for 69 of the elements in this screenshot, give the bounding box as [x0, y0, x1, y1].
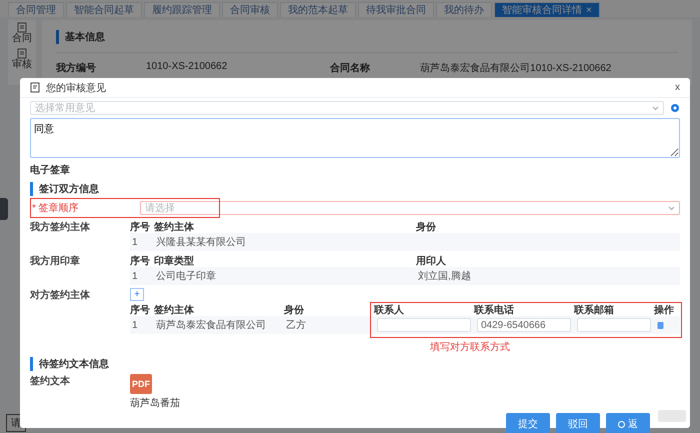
action-button[interactable]: 返 — [606, 413, 650, 433]
delete-icon[interactable] — [657, 321, 664, 329]
add-button[interactable]: + — [130, 288, 144, 301]
action-button[interactable]: 驳回 — [556, 413, 600, 433]
opinion-textarea[interactable]: 同意 — [30, 118, 680, 158]
column-header: 序号 — [130, 254, 151, 267]
column-header: 身份 — [284, 304, 305, 316]
table-cell: 葫芦岛泰宏食品有限公司 — [154, 316, 284, 334]
column-header: 用印人 — [416, 254, 447, 267]
table-cell: 公司电子印章 — [154, 267, 416, 285]
table-cell: 兴隆县某某有限公司 — [154, 233, 416, 251]
back-icon — [618, 420, 625, 428]
table-cell: 1 — [130, 316, 154, 334]
section-title: 基本信息 — [56, 30, 678, 44]
tab[interactable]: 履约跟踪管理 — [144, 2, 220, 17]
column-header: 联系人 — [374, 304, 405, 316]
chevron-down-icon — [652, 106, 659, 110]
close-button[interactable]: x — [675, 82, 680, 93]
dialog-title: 您的审核意见 — [46, 82, 107, 94]
table-cell: 乙方 — [284, 316, 374, 334]
field-label: 合同名称 — [330, 62, 372, 75]
collapse-handle[interactable] — [0, 198, 8, 220]
column-header: 联系电话 — [474, 304, 515, 316]
tab[interactable]: 我的范本起草 — [280, 2, 356, 17]
section-title: 签订双方信息 — [30, 182, 680, 196]
tab[interactable]: 智能审核合同详情 × — [494, 2, 600, 17]
field-label: 对方签约主体 — [30, 288, 91, 303]
seal-order-select[interactable]: 请选择 — [140, 201, 680, 215]
column-header: 序号 — [130, 220, 151, 233]
input-field[interactable] — [577, 318, 651, 332]
column-header: 联系邮箱 — [574, 304, 615, 316]
tab[interactable]: 合同管理 — [8, 2, 64, 17]
field-value: 葫芦岛泰宏食品有限公司1010-XS-2100662 — [420, 62, 612, 75]
field-label: 我方签约主体 — [30, 220, 91, 235]
settings-icon[interactable] — [670, 103, 680, 113]
chevron-down-icon — [668, 206, 675, 210]
column-header: 印章类型 — [154, 254, 195, 267]
sidebar-label[interactable]: 合同 — [12, 33, 32, 45]
pdf-icon[interactable]: PDF — [130, 374, 152, 394]
input-field[interactable] — [377, 318, 471, 332]
file-name[interactable]: 葫芦岛番茄 — [130, 396, 180, 410]
section-title: 电子签章 — [30, 163, 71, 178]
tab[interactable]: 智能合同起草 — [66, 2, 142, 17]
field-label: * 签章顺序 — [31, 202, 80, 215]
field-label: 签约文本 — [30, 374, 71, 389]
annotation-text: 填写对方联系方式 — [430, 340, 510, 354]
column-header: 签约主体 — [154, 220, 195, 233]
close-tab-icon[interactable]: × — [586, 4, 592, 16]
document-icon[interactable] — [17, 48, 27, 59]
field-label: 我方编号 — [56, 61, 97, 75]
field-value: 1010-XS-2100662 — [146, 61, 228, 74]
tab[interactable]: 待我审批合同 — [358, 2, 434, 17]
section-title: 待签约文本信息 — [30, 357, 680, 371]
sidebar-label[interactable]: 审核 — [12, 59, 32, 71]
field-label: 我方用印章 — [30, 254, 81, 269]
table-cell: 1 — [130, 267, 154, 285]
phone-field[interactable]: 0429-6540666 — [477, 318, 571, 332]
tab[interactable]: 我的待办 — [436, 2, 492, 17]
column-header: 签约主体 — [154, 303, 195, 316]
edit-icon — [30, 82, 40, 93]
opinion-select[interactable]: 选择常用意见 — [30, 101, 664, 115]
column-header: 操作 — [654, 304, 675, 316]
table-cell: 刘立国,腾越 — [416, 267, 680, 285]
document-icon[interactable] — [17, 22, 27, 33]
tab[interactable]: 合同审核 — [222, 2, 278, 17]
table-cell: 1 — [130, 233, 154, 251]
column-header: 序号 — [130, 303, 151, 316]
column-header: 身份 — [416, 220, 437, 233]
action-button[interactable]: 提交 — [506, 413, 550, 433]
